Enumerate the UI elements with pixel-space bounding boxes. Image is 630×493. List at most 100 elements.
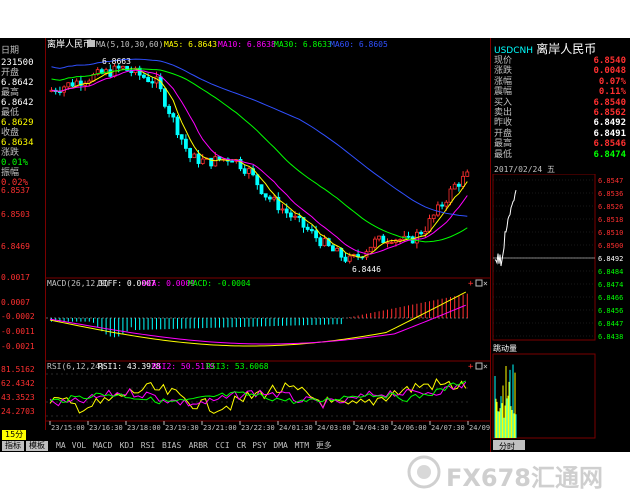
rsi-chart — [46, 373, 470, 417]
template-tab[interactable]: 模板 — [26, 441, 48, 451]
candle-body — [242, 168, 247, 174]
indicator-tab-bias[interactable]: BIAS — [160, 441, 184, 451]
quote-name: 离岸人民币 — [536, 42, 597, 56]
ma10-line — [51, 69, 468, 255]
candle-body — [448, 188, 453, 203]
close-value: 6.8634 — [1, 138, 34, 148]
bottom-toolbar: 15分 指标 模板 MA VOL MACD KDJ RSI BIAS ARBR CCI CR PS… — [0, 430, 490, 452]
candle-body — [116, 65, 121, 69]
quote-key: 现价 — [494, 56, 513, 66]
candle-body — [121, 65, 125, 69]
panel-maximize-icon[interactable] — [475, 279, 483, 287]
candle-body — [259, 184, 264, 195]
panel-add-icon[interactable]: + — [468, 279, 474, 289]
indicator-tab-cr[interactable]: CR — [234, 441, 249, 451]
rsi-add-icon[interactable]: + — [468, 362, 474, 372]
indicator-tab-ma[interactable]: MA — [54, 441, 68, 451]
macd-value: MACD: -0.0004 — [188, 279, 251, 288]
candle-body — [343, 256, 348, 262]
quote-key: 开盘 — [494, 128, 513, 139]
candle-body — [435, 204, 440, 216]
candle-body — [385, 242, 390, 244]
ma30-value: MA30: 6.8633 — [274, 40, 332, 49]
indicator-tab-psy[interactable]: PSY — [250, 441, 269, 451]
intraday-tab[interactable]: 分时 — [499, 441, 515, 451]
ma30-line — [51, 68, 468, 243]
open-label: 开盘 — [1, 68, 20, 78]
indicator-tab-mtm[interactable]: MTM — [292, 441, 312, 451]
candle-body — [284, 208, 289, 214]
candle-body — [431, 214, 436, 219]
intraday-chart[interactable]: 6.8547 6.8536 6.8526 6.8518 6.8510 6.8500 6.84… — [491, 174, 630, 452]
axis-tick-2: 6.8469 — [1, 242, 30, 251]
candle-body — [246, 168, 251, 174]
candle-body — [372, 238, 377, 248]
indicator-tab-rsi[interactable]: RSI — [138, 441, 158, 451]
logo-icon — [407, 455, 441, 489]
ma5-value: MA5: 6.8643 — [164, 40, 217, 49]
macd-chart — [46, 291, 470, 347]
candle-body — [452, 183, 457, 190]
candle-body — [423, 231, 428, 235]
indicator-tab-更多[interactable]: 更多 — [313, 441, 334, 451]
indicator-tab-cci[interactable]: CCI — [213, 441, 232, 451]
mini-chart-frame — [492, 174, 596, 341]
indicator-tab-macd[interactable]: MACD — [91, 441, 115, 451]
moving-average-lines — [51, 58, 468, 258]
chart-application: 日期 231500 开盘 6.8642 最高 6.8642 最低 6.8629 … — [0, 38, 630, 452]
ma5-line — [51, 68, 468, 258]
bar-info-panel: 日期 231500 开盘 6.8642 最高 6.8642 最低 6.8629 … — [0, 38, 46, 440]
candle-body — [272, 196, 277, 200]
indicator-tab-dma[interactable]: DMA — [271, 441, 290, 451]
period-tab[interactable]: 15分 — [2, 430, 27, 440]
mini-tick: 6.8518 — [598, 216, 623, 224]
high-value: 6.8642 — [1, 98, 34, 108]
candle-body — [398, 239, 403, 241]
candle-body — [255, 174, 260, 186]
open-value: 6.8642 — [1, 78, 34, 88]
volume-label: 跳动量 — [493, 343, 517, 353]
candle-body — [444, 201, 449, 207]
candle-body — [167, 105, 171, 114]
axis-tick-0: 6.8537 — [1, 186, 30, 195]
change-value: 0.01% — [1, 158, 29, 168]
date-label: 日期 — [1, 46, 20, 56]
candle-body — [196, 153, 201, 164]
candle-body — [461, 175, 466, 187]
indicator-tab-kdj[interactable]: KDJ — [117, 441, 137, 451]
candle-body — [347, 255, 352, 262]
chart-canvas[interactable]: 离岸人民币 MA(5,10,30,60) MA5: 6.8643 MA10: 6… — [46, 38, 490, 452]
ma60-line — [51, 58, 468, 217]
mini-tick: 6.8438 — [598, 333, 623, 341]
panel-close-icon[interactable]: × — [483, 279, 488, 288]
rsi-close-icon[interactable]: × — [483, 362, 488, 371]
indicator-tab-arbr[interactable]: ARBR — [186, 441, 210, 451]
candle-body — [381, 235, 386, 243]
quote-row: 最低 6.8474 — [494, 150, 628, 160]
candlestick-series — [49, 63, 470, 264]
ma-toggle-icon[interactable] — [88, 40, 95, 47]
candle-body — [335, 247, 340, 252]
macd-dea-line — [49, 304, 466, 345]
mini-weekday: 五 — [547, 165, 555, 174]
candle-body — [309, 229, 314, 232]
watermark-text: FX678汇通网 — [446, 464, 603, 492]
candle-body — [163, 88, 167, 107]
indicator-tab[interactable]: 指标 — [2, 441, 24, 451]
candle-body — [230, 160, 235, 163]
mini-tick: 6.8547 — [598, 177, 623, 185]
quote-row: 买入 6.8540 — [494, 98, 628, 108]
indicator-tab-vol[interactable]: VOL — [69, 441, 89, 451]
quote-key: 涨跌 — [494, 66, 513, 77]
candle-body — [406, 235, 411, 238]
quote-value: 0.0048 — [593, 66, 626, 77]
candle-body — [263, 193, 268, 198]
rsi-maximize-icon[interactable] — [475, 362, 483, 370]
quote-row: 涨幅 0.07% — [494, 77, 628, 87]
rsi-tick-1: 62.4342 — [1, 379, 35, 388]
candle-body — [305, 226, 310, 230]
candle-body — [171, 113, 176, 118]
mini-tick: 6.8510 — [598, 229, 623, 237]
macd-tick-2: -0.0002 — [1, 312, 35, 321]
quote-header: USDCNH 离岸人民币 — [494, 40, 596, 57]
